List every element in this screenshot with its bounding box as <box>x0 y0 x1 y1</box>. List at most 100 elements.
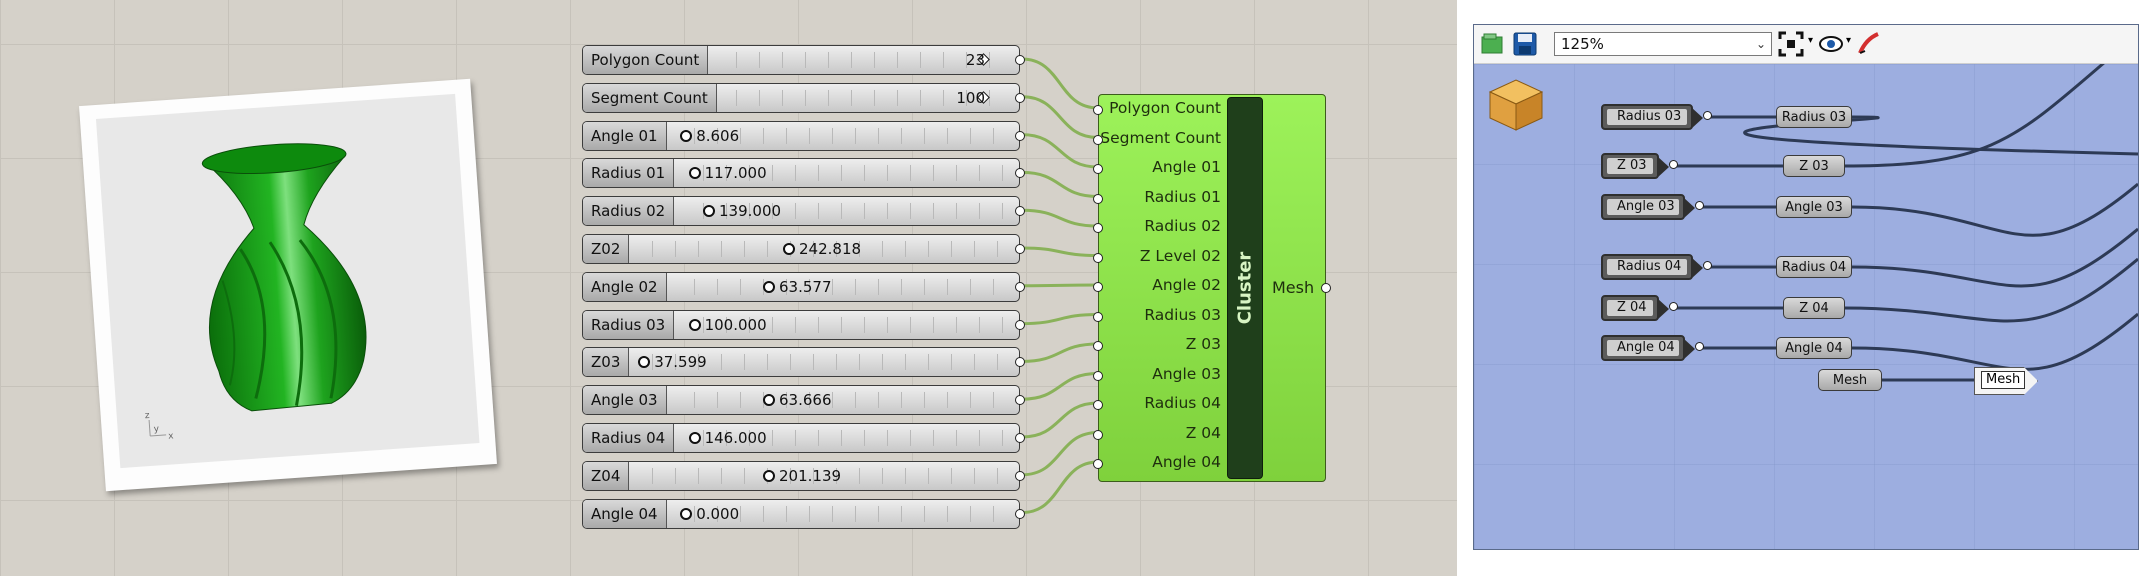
cluster-input-port[interactable] <box>1093 370 1103 381</box>
slider-output-port[interactable] <box>1015 433 1025 443</box>
slider-output-port[interactable] <box>1015 319 1025 330</box>
cluster-graph-canvas[interactable]: Radius 03 Radius 03 Z 03 Z 03 Angle 03 Angle … <box>1474 64 2138 549</box>
cluster-input-param[interactable]: Z 03 <box>1601 153 1669 179</box>
cluster-output-port[interactable] <box>1321 283 1331 293</box>
zoom-select[interactable]: 125% ⌄ <box>1554 32 1772 56</box>
slider-track[interactable] <box>714 52 1009 68</box>
sketch-icon[interactable] <box>1856 31 1882 57</box>
relay-param[interactable]: Z 04 <box>1783 297 1845 319</box>
caret-down-icon[interactable]: ▾ <box>1808 35 1813 46</box>
slider-radius-04[interactable]: Radius 04 146.000 <box>582 423 1025 453</box>
param-label: Z 04 <box>1607 300 1653 316</box>
slider-output-port[interactable] <box>1015 55 1025 65</box>
cluster-input-label: Radius 02 <box>1144 217 1221 235</box>
slider-radius-02[interactable]: Radius 02 139.000 <box>582 196 1025 227</box>
param-output-port[interactable] <box>1695 342 1704 351</box>
param-output-port[interactable] <box>1703 261 1712 270</box>
param-label: Radius 03 <box>1607 109 1687 125</box>
cluster-input-port[interactable] <box>1093 223 1103 233</box>
slider-label: Radius 03 <box>583 310 675 339</box>
wire <box>1021 246 1099 257</box>
slider-value: 100 <box>956 88 985 107</box>
slider-z02[interactable]: Z02 242.818 <box>582 234 1025 264</box>
slider-grip-icon[interactable] <box>688 432 701 444</box>
zoom-extents-icon[interactable] <box>1778 31 1804 57</box>
slider-segment-count[interactable]: Segment Count 100 <box>582 82 1025 113</box>
param-arrow <box>1683 197 1695 219</box>
cluster-input-port[interactable] <box>1093 311 1103 322</box>
slider-label: Z02 <box>583 235 630 263</box>
cluster-input-label: Radius 04 <box>1144 394 1221 412</box>
slider-value: 37.599 <box>654 353 707 372</box>
wire <box>1021 133 1099 169</box>
cluster-input-label: Angle 02 <box>1152 276 1221 294</box>
slider-angle-03[interactable]: Angle 03 63.666 <box>582 385 1025 416</box>
cluster-input-port[interactable] <box>1093 282 1103 292</box>
slider-grip-icon[interactable] <box>688 318 701 331</box>
cluster-input-port[interactable] <box>1093 164 1103 174</box>
slider-grip-icon[interactable] <box>688 167 701 180</box>
param-label: Z 03 <box>1607 158 1653 174</box>
relay-param[interactable]: Angle 04 <box>1776 337 1852 359</box>
cluster-input-port[interactable] <box>1093 105 1103 115</box>
open-icon[interactable] <box>1480 31 1506 57</box>
slider-polygon-count[interactable]: Polygon Count 23 <box>582 45 1025 75</box>
relay-param[interactable]: Radius 04 <box>1776 256 1852 278</box>
slider-label: Angle 02 <box>583 272 667 301</box>
cluster-input-port[interactable] <box>1093 400 1103 410</box>
relay-param[interactable]: Z 03 <box>1783 155 1845 177</box>
cluster-input-port[interactable] <box>1093 252 1103 263</box>
cluster-editor-window[interactable]: 125% ⌄ ▾ ▾ Radius 03 Radius 03 Z 03 Z 03 Ang… <box>1473 24 2139 550</box>
save-icon[interactable] <box>1512 31 1538 57</box>
mesh-param[interactable]: Mesh <box>1818 369 1882 391</box>
graph-wire <box>1851 312 2138 371</box>
slider-output-port[interactable] <box>1015 470 1025 481</box>
grasshopper-canvas[interactable]: z y x Polygon Count 23 Segment Count 100 Ang… <box>0 0 1457 576</box>
slider-z03[interactable]: Z03 37.599 <box>582 347 1025 378</box>
cluster-input-param[interactable]: Angle 04 <box>1601 335 1695 361</box>
cluster-input-label: Polygon Count <box>1109 99 1221 117</box>
slider-grip-icon[interactable] <box>783 243 795 255</box>
slider-track[interactable] <box>672 392 1009 409</box>
slider-grip-icon[interactable] <box>680 507 693 520</box>
caret-down-icon-2[interactable]: ▾ <box>1846 35 1851 46</box>
slider-track[interactable] <box>672 278 1009 295</box>
param-output-port[interactable] <box>1695 201 1704 210</box>
wire <box>1021 372 1099 401</box>
cluster-component[interactable]: Polygon Count Segment Count Angle 01 Radius… <box>1093 94 1331 482</box>
cluster-input-label: Radius 03 <box>1144 305 1221 324</box>
cluster-input-port[interactable] <box>1093 429 1103 440</box>
cluster-input-port[interactable] <box>1093 459 1103 469</box>
cluster-input-param[interactable]: Radius 04 <box>1601 254 1703 280</box>
relay-param[interactable]: Radius 03 <box>1776 106 1852 128</box>
param-output-port[interactable] <box>1669 160 1678 169</box>
slider-grip-icon[interactable] <box>763 469 775 482</box>
slider-output-port[interactable] <box>1015 281 1025 292</box>
slider-output-port[interactable] <box>1015 92 1025 103</box>
param-output-port[interactable] <box>1669 302 1678 311</box>
slider-output-port[interactable] <box>1015 508 1025 519</box>
slider-radius-03[interactable]: Radius 03 100.000 <box>582 309 1025 340</box>
slider-grip-icon[interactable] <box>680 129 693 142</box>
preview-eye-icon[interactable] <box>1818 31 1844 57</box>
slider-output-port[interactable] <box>1015 130 1025 141</box>
cluster-input-param[interactable]: Angle 03 <box>1601 194 1695 220</box>
wire <box>1021 431 1099 477</box>
slider-angle-02[interactable]: Angle 02 63.577 <box>582 271 1025 302</box>
wire <box>1021 460 1099 515</box>
slider-angle-01[interactable]: Angle 01 8.606 <box>582 120 1025 151</box>
cluster-title-bar[interactable]: Cluster <box>1227 97 1263 479</box>
slider-z04[interactable]: Z04 201.139 <box>582 460 1025 491</box>
slider-radius-01[interactable]: Radius 01 117.000 <box>582 158 1025 189</box>
slider-grip-icon[interactable] <box>763 280 775 293</box>
param-label: Radius 04 <box>1607 259 1687 275</box>
cluster-input-port[interactable] <box>1093 193 1103 204</box>
cluster-input-port[interactable] <box>1093 341 1103 351</box>
slider-angle-04[interactable]: Angle 04 0.000 <box>582 498 1025 529</box>
slider-output-port[interactable] <box>1015 244 1025 254</box>
param-output-port[interactable] <box>1703 111 1712 120</box>
cluster-input-param[interactable]: Radius 03 <box>1601 104 1703 130</box>
cluster-input-port[interactable] <box>1093 134 1103 145</box>
relay-param[interactable]: Angle 03 <box>1776 196 1852 218</box>
cluster-input-param[interactable]: Z 04 <box>1601 295 1669 321</box>
